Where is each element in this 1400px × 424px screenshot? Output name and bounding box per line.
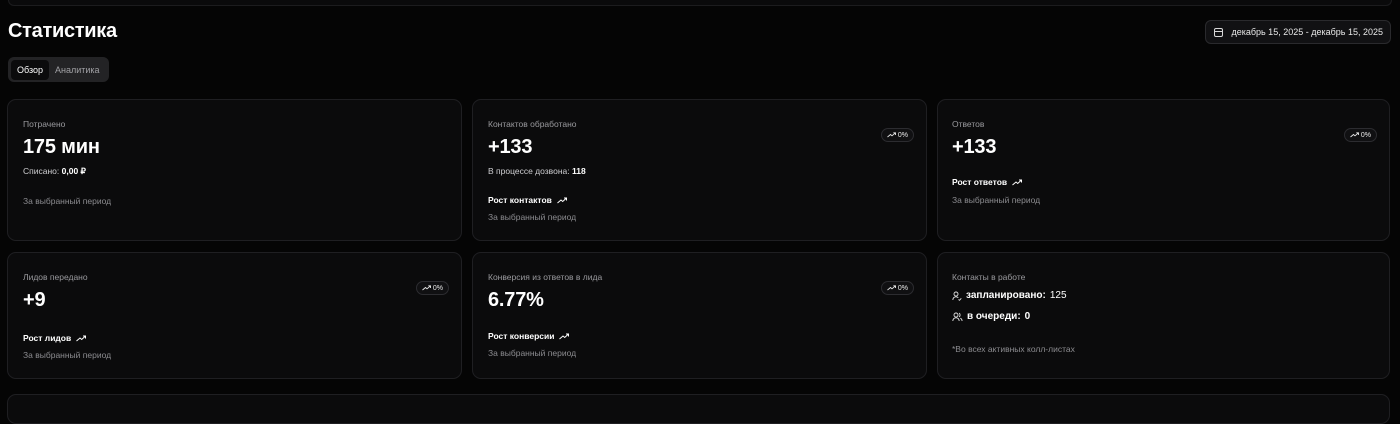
top-panel-edge: [8, 0, 1392, 6]
charged-line: Списано: 0,00 ₽: [23, 166, 86, 177]
scheduled-row: запланировано: 125: [952, 290, 1067, 301]
change-badge: 0%: [880, 128, 914, 142]
page-title: Статистика: [8, 20, 117, 42]
tab-list: Обзор Аналитика: [8, 57, 109, 82]
card-label: Контактов обработано: [488, 119, 577, 129]
card-value: +133: [488, 136, 533, 158]
trend-up-icon: [887, 285, 896, 291]
period-text: За выбранный период: [488, 348, 577, 358]
tab-overview[interactable]: Обзор: [11, 59, 49, 80]
badge-value: 0%: [897, 284, 908, 292]
card-value: +9: [23, 289, 46, 311]
card-label: Лидов передано: [23, 272, 88, 282]
card-contacts-processed: Контактов обработано 0% +133 В процессе …: [472, 99, 927, 241]
change-badge: 0%: [415, 281, 449, 295]
card-label: Ответов: [952, 119, 985, 129]
card-contacts-in-work: Контакты в работе запланировано: 125 в о…: [937, 252, 1390, 379]
tab-analytics[interactable]: Аналитика: [49, 60, 106, 80]
in-progress-line: В процессе дозвона: 118: [488, 166, 586, 176]
card-spent: Потрачено 175 мин Списано: 0,00 ₽ За выб…: [7, 99, 462, 241]
trend-up-icon: [559, 333, 570, 340]
charged-label: Списано:: [23, 166, 60, 176]
card-label: Конверсия из ответов в лида: [488, 272, 603, 282]
date-range-label: декабрь 15, 2025 - декабрь 15, 2025: [1231, 27, 1383, 37]
trend-up-icon: [1350, 132, 1359, 138]
period-text: За выбранный период: [23, 350, 112, 360]
badge-value: 0%: [1360, 131, 1371, 139]
badge-value: 0%: [432, 284, 443, 292]
growth-label: Рост конверсии: [488, 331, 555, 341]
queued-value: 0: [1024, 311, 1031, 322]
change-badge: 0%: [880, 281, 914, 295]
badge-value: 0%: [897, 131, 908, 139]
period-text: За выбранный период: [952, 195, 1041, 205]
growth-line: Рост контактов: [488, 195, 567, 205]
scheduled-label: запланировано:: [966, 290, 1046, 301]
charged-value: 0,00 ₽: [61, 166, 86, 176]
period-text: За выбранный период: [23, 196, 112, 206]
growth-label: Рост контактов: [488, 195, 552, 205]
card-conversion: Конверсия из ответов в лида 0% 6.77% Рос…: [472, 252, 927, 379]
user-icon: [952, 291, 962, 301]
growth-label: Рост ответов: [952, 177, 1008, 187]
card-value: 175 мин: [23, 136, 100, 158]
period-text: За выбранный период: [488, 212, 577, 222]
bottom-panel-edge: [7, 394, 1390, 424]
growth-line: Рост лидов: [23, 333, 87, 343]
trend-up-icon: [1012, 179, 1023, 186]
scheduled-value: 125: [1049, 290, 1067, 301]
card-label: Контакты в работе: [952, 272, 1026, 282]
note-text: *Во всех активных колл-листах: [952, 344, 1075, 354]
card-label: Потрачено: [23, 119, 66, 129]
card-leads: Лидов передано 0% +9 Рост лидов За выбра…: [7, 252, 462, 379]
users-icon: [952, 312, 963, 322]
queued-label: в очереди:: [967, 311, 1021, 322]
in-progress-label: В процессе дозвона:: [488, 166, 570, 176]
trend-up-icon: [887, 132, 896, 138]
trend-up-icon: [76, 335, 87, 342]
card-value: +133: [952, 136, 997, 158]
growth-line: Рост ответов: [952, 177, 1023, 187]
in-progress-value: 118: [571, 166, 586, 176]
trend-up-icon: [422, 285, 431, 291]
card-answers: Ответов 0% +133 Рост ответов За выбранны…: [937, 99, 1390, 241]
growth-label: Рост лидов: [23, 333, 72, 343]
change-badge: 0%: [1343, 128, 1377, 142]
card-value: 6.77%: [488, 289, 544, 311]
calendar-icon: [1214, 27, 1224, 37]
trend-up-icon: [557, 197, 567, 204]
date-range-picker[interactable]: декабрь 15, 2025 - декабрь 15, 2025: [1205, 20, 1391, 44]
growth-line: Рост конверсии: [488, 331, 570, 341]
queued-row: в очереди: 0: [952, 311, 1030, 322]
